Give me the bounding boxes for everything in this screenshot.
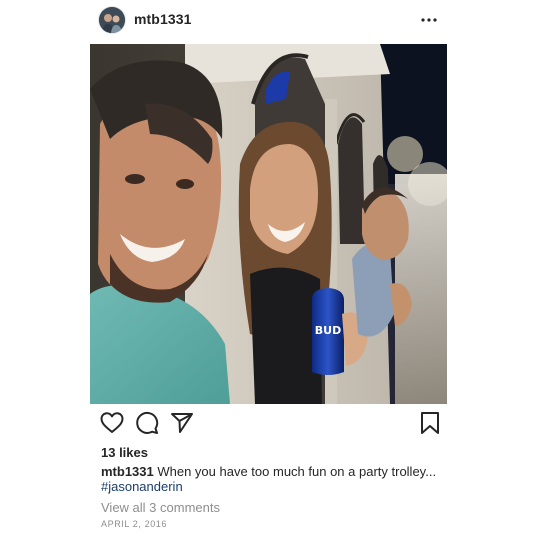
hashtag-link[interactable]: #jasonanderin: [101, 479, 446, 494]
bookmark-icon[interactable]: [417, 410, 443, 436]
heart-icon[interactable]: [99, 410, 125, 436]
caption-username[interactable]: mtb1331: [101, 464, 154, 479]
post-username[interactable]: mtb1331: [134, 11, 192, 27]
view-comments-link[interactable]: View all 3 comments: [101, 500, 220, 515]
likes-count[interactable]: 13 likes: [101, 445, 148, 460]
paper-plane-icon[interactable]: [169, 410, 195, 436]
caption-text: When you have too much fun on a party tr…: [153, 464, 437, 479]
action-bar: [90, 410, 447, 440]
post-date: APRIL 2, 2016: [101, 519, 168, 529]
avatar[interactable]: [99, 7, 125, 33]
more-options-icon[interactable]: [420, 10, 438, 30]
speech-bubble-icon[interactable]: [134, 410, 160, 436]
post-header: mtb1331: [0, 0, 536, 40]
svg-text:BUD: BUD: [315, 324, 341, 337]
post-photo[interactable]: BUD: [90, 44, 447, 404]
caption: mtb1331 When you have too much fun on a …: [101, 464, 446, 494]
